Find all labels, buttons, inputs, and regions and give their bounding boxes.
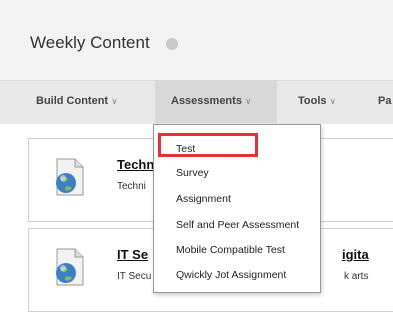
content-item-title[interactable]: IT Se (117, 247, 148, 262)
page-title: Weekly Content (30, 33, 150, 52)
tools-menu[interactable]: Tools ∨ (298, 95, 336, 107)
menu-item-mobile-compatible-test[interactable]: Mobile Compatible Test (176, 244, 285, 256)
document-globe-icon (56, 158, 84, 196)
tools-label: Tools (298, 95, 327, 107)
content-item-title-continued[interactable]: igita (342, 247, 369, 262)
build-content-label: Build Content (36, 95, 109, 107)
menu-item-qwickly-jot-assignment[interactable]: Qwickly Jot Assignment (176, 269, 286, 281)
chevron-down-icon: ∨ (111, 96, 118, 106)
content-item-title[interactable]: Techn (117, 157, 154, 172)
menu-item-survey[interactable]: Survey (176, 167, 209, 179)
highlight-box (158, 133, 258, 157)
document-globe-icon (56, 248, 84, 286)
page-header: Weekly Content (0, 0, 393, 80)
partially-visible-menu[interactable]: Pa (378, 95, 391, 107)
partially-visible-label: Pa (378, 95, 392, 107)
content-item-description-continued: k arts (344, 271, 369, 282)
options-circle-icon[interactable] (166, 38, 178, 50)
chevron-down-icon: ∨ (244, 96, 252, 106)
assessments-menu[interactable]: Assessments ∨ (171, 95, 252, 107)
content-item-description: Techni (117, 181, 146, 192)
build-content-menu[interactable]: Build Content ∨ (36, 95, 118, 107)
menu-item-self-and-peer-assessment[interactable]: Self and Peer Assessment (176, 219, 299, 231)
chevron-down-icon: ∨ (329, 96, 337, 106)
content-item-description: IT Secu (117, 271, 152, 282)
assessments-label: Assessments (171, 95, 242, 107)
menu-item-assignment[interactable]: Assignment (176, 193, 231, 205)
